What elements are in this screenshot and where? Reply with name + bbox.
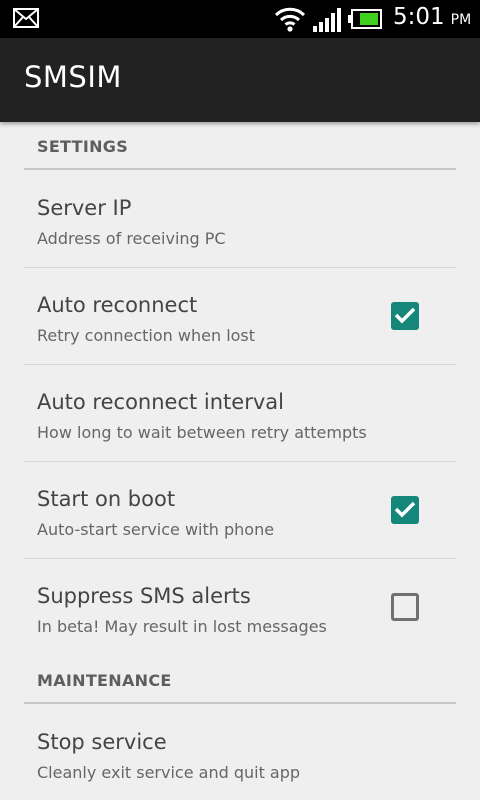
pref-summary: Cleanly exit service and quit app	[37, 763, 301, 782]
pref-title: Stop service	[37, 730, 167, 754]
pref-summary: Retry connection when lost	[37, 326, 256, 345]
checkmark-icon	[394, 501, 416, 518]
pref-stop-service[interactable]: Stop service Cleanly exit service and qu…	[24, 705, 456, 800]
pref-auto-reconnect-interval[interactable]: Auto reconnect interval How long to wait…	[24, 365, 456, 462]
app-title: SMSIM	[24, 60, 122, 94]
action-bar: SMSIM	[0, 38, 480, 122]
checkmark-icon	[394, 307, 416, 324]
mail-icon	[13, 8, 39, 32]
settings-list[interactable]: SETTINGS Server IP Address of receiving …	[0, 122, 480, 800]
pref-title: Auto reconnect	[37, 293, 198, 317]
pref-title: Auto reconnect interval	[37, 390, 284, 414]
auto-reconnect-checkbox[interactable]	[391, 302, 419, 330]
category-maintenance: MAINTENANCE	[24, 656, 456, 704]
pref-summary: Address of receiving PC	[37, 229, 226, 248]
signal-icon	[312, 8, 342, 36]
status-clock: 5:01 PM	[393, 4, 471, 34]
start-on-boot-checkbox[interactable]	[391, 496, 419, 524]
suppress-sms-alerts-checkbox[interactable]	[391, 593, 419, 621]
pref-suppress-sms-alerts[interactable]: Suppress SMS alerts In beta! May result …	[24, 559, 456, 656]
pref-server-ip[interactable]: Server IP Address of receiving PC	[24, 171, 456, 268]
pref-title: Suppress SMS alerts	[37, 584, 251, 608]
pref-summary: How long to wait between retry attempts	[37, 423, 367, 442]
pref-auto-reconnect[interactable]: Auto reconnect Retry connection when los…	[24, 268, 456, 365]
category-settings: SETTINGS	[24, 122, 456, 170]
battery-icon	[348, 9, 382, 33]
clock-time: 5:01	[393, 4, 445, 30]
clock-ampm: PM	[450, 12, 472, 28]
pref-title: Start on boot	[37, 487, 176, 511]
status-bar: 5:01 PM	[0, 0, 480, 38]
pref-summary: In beta! May result in lost messages	[37, 617, 327, 636]
pref-title: Server IP	[37, 196, 132, 220]
category-label: MAINTENANCE	[37, 671, 172, 690]
category-label: SETTINGS	[37, 137, 129, 156]
pref-summary: Auto-start service with phone	[37, 520, 275, 539]
pref-start-on-boot[interactable]: Start on boot Auto-start service with ph…	[24, 462, 456, 559]
wifi-icon	[274, 6, 306, 36]
